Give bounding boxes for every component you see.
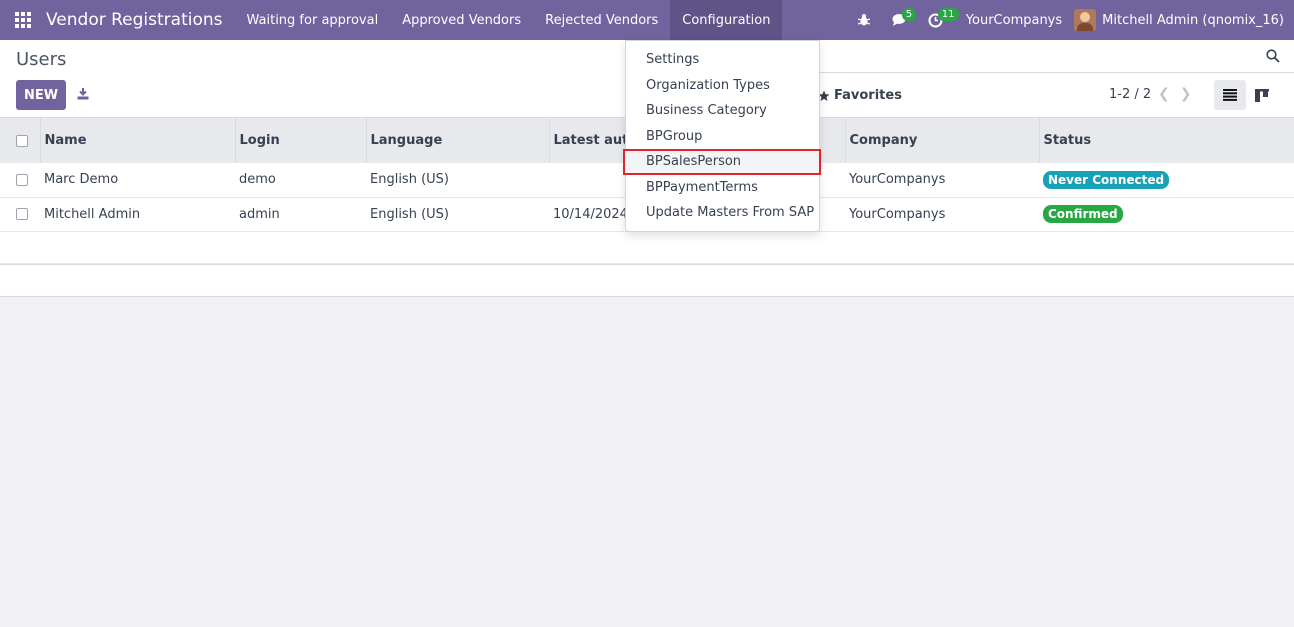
cell-language: English (US) — [366, 197, 549, 232]
pager-arrows: ❮ ❯ — [1158, 86, 1191, 102]
cell-name: Marc Demo — [40, 163, 235, 198]
column-header-company[interactable]: Company — [845, 118, 1040, 163]
kanban-view-button[interactable] — [1246, 80, 1278, 110]
app-title[interactable]: Vendor Registrations — [46, 10, 223, 30]
user-name: Mitchell Admin (qnomix_16) — [1102, 12, 1284, 28]
menu-approved-vendors[interactable]: Approved Vendors — [390, 0, 533, 40]
status-badge: Confirmed — [1043, 205, 1123, 223]
apps-grid-icon — [15, 12, 31, 28]
dropdown-item-bpgroup[interactable]: BPGroup — [626, 124, 819, 150]
menu-rejected-vendors[interactable]: Rejected Vendors — [533, 0, 670, 40]
search-icon — [1266, 49, 1280, 63]
dropdown-item-business-category[interactable]: Business Category — [626, 98, 819, 124]
configuration-dropdown: Settings Organization Types Business Cat… — [623, 40, 821, 232]
chevron-right-icon[interactable]: ❯ — [1180, 86, 1192, 102]
cell-language: English (US) — [366, 163, 549, 198]
column-header-status[interactable]: Status — [1039, 118, 1294, 163]
cell-status: Confirmed — [1039, 197, 1294, 232]
activities-count-badge: 11 — [937, 8, 959, 21]
table-footer — [0, 263, 1294, 297]
dropdown-item-bppaymentterms[interactable]: BPPaymentTerms — [626, 175, 819, 201]
cell-name: Mitchell Admin — [40, 197, 235, 232]
cell-company: YourCompanys — [845, 197, 1039, 232]
row-checkbox[interactable] — [16, 173, 28, 186]
debug-button[interactable] — [846, 0, 882, 40]
messages-count-badge: 5 — [901, 8, 917, 21]
menu-waiting-for-approval[interactable]: Waiting for approval — [235, 0, 391, 40]
select-all-checkbox[interactable] — [16, 134, 28, 147]
column-header-language[interactable]: Language — [366, 118, 550, 163]
top-navbar: Vendor Registrations Waiting for approva… — [0, 0, 1294, 40]
download-button[interactable] — [74, 84, 92, 104]
column-header-login[interactable]: Login — [235, 118, 367, 163]
cell-status: Never Connected — [1039, 163, 1294, 198]
company-switcher[interactable]: YourCompanys — [954, 13, 1074, 28]
dropdown-item-update-masters-from-sap[interactable]: Update Masters From SAP — [626, 200, 819, 226]
pager-value[interactable]: 1-2 / 2 — [1109, 87, 1151, 102]
chevron-left-icon[interactable]: ❮ — [1158, 86, 1170, 102]
empty-row — [0, 231, 1294, 264]
row-checkbox[interactable] — [16, 208, 28, 220]
user-menu[interactable]: Mitchell Admin (qnomix_16) — [1074, 9, 1294, 31]
bug-icon — [857, 14, 870, 26]
status-badge: Never Connected — [1043, 170, 1170, 189]
cell-login: demo — [235, 163, 366, 198]
search-underline — [818, 72, 1294, 73]
column-header-name[interactable]: Name — [40, 118, 236, 163]
cell-company: YourCompanys — [845, 163, 1039, 198]
dropdown-item-organization-types[interactable]: Organization Types — [626, 73, 819, 99]
systray: 5 11 YourCompanys Mitchell Admin (qnomix… — [846, 0, 1294, 40]
list-view-icon — [1223, 89, 1237, 101]
messages-button[interactable]: 5 — [882, 0, 918, 40]
apps-menu-button[interactable] — [0, 0, 46, 40]
favorites-dropdown[interactable]: Favorites — [818, 88, 902, 103]
dropdown-item-settings[interactable]: Settings — [626, 47, 819, 73]
download-icon — [77, 88, 89, 100]
search-button[interactable] — [1266, 49, 1280, 67]
favorites-label: Favorites — [834, 88, 902, 103]
cell-login: admin — [235, 197, 366, 232]
avatar — [1074, 9, 1097, 31]
kanban-view-icon — [1255, 88, 1269, 102]
breadcrumb: Users — [16, 49, 67, 70]
activities-button[interactable]: 11 — [918, 0, 959, 40]
view-switcher — [1214, 80, 1278, 110]
menu-configuration[interactable]: Configuration — [670, 0, 783, 40]
new-button[interactable]: NEW — [16, 80, 66, 110]
dropdown-item-bpsalesperson[interactable]: BPSalesPerson — [623, 149, 821, 175]
list-view-button[interactable] — [1214, 80, 1246, 110]
